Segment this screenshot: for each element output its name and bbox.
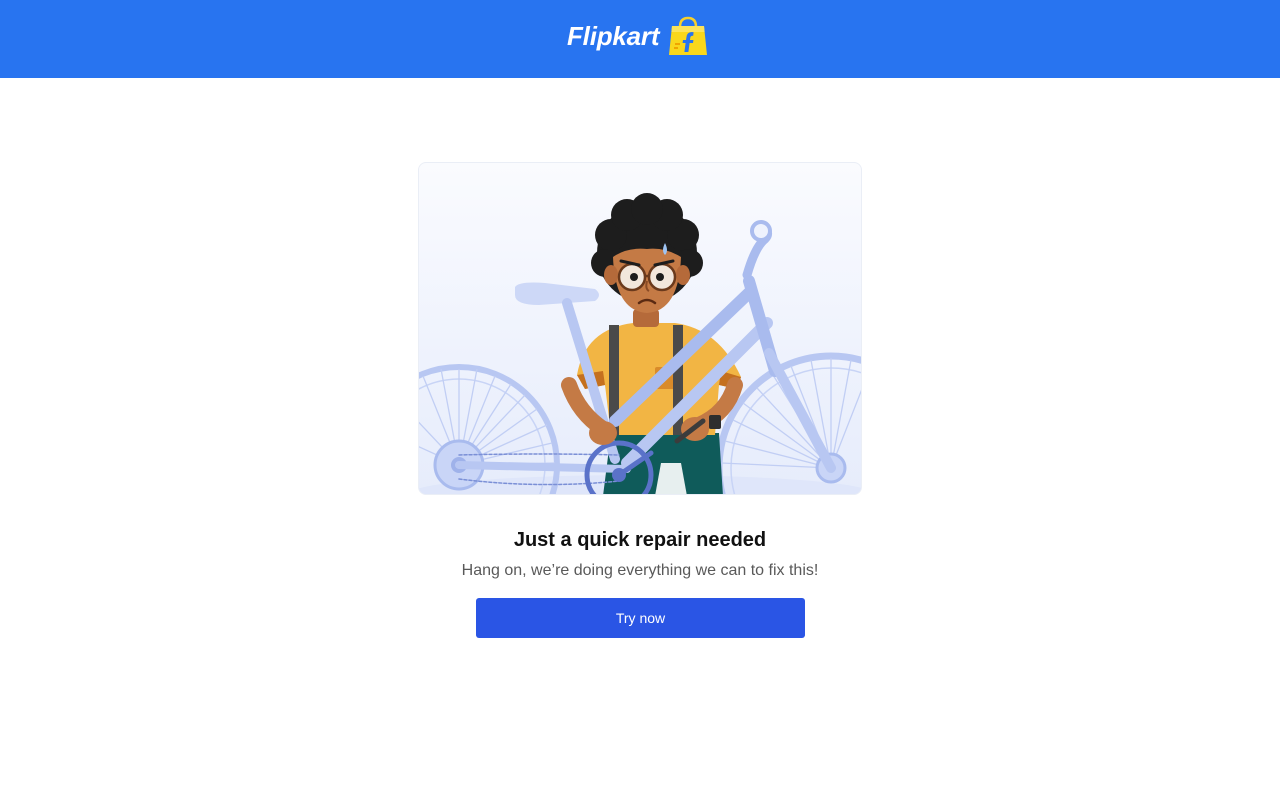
illustration-card xyxy=(418,162,862,495)
flipkart-logo-link[interactable]: Flipkart xyxy=(567,14,708,58)
person-repairing-bicycle-illustration xyxy=(419,193,861,494)
try-now-button[interactable]: Try now xyxy=(476,598,805,638)
top-header: Flipkart xyxy=(0,0,1280,78)
error-subtitle: Hang on, we’re doing everything we can t… xyxy=(461,562,819,579)
person-head xyxy=(591,193,703,313)
brand-name: Flipkart xyxy=(567,20,660,51)
error-title: Just a quick repair needed xyxy=(513,529,767,551)
flipkart-bag-icon xyxy=(669,16,708,55)
left-wheel xyxy=(419,364,560,494)
